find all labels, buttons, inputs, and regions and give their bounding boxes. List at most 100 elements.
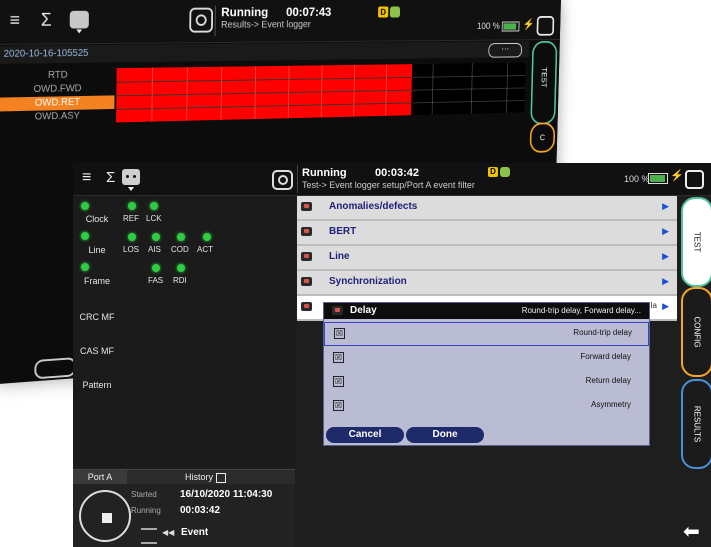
checkbox-checked-icon[interactable]: ☒ xyxy=(333,400,344,411)
record-stop-button[interactable] xyxy=(79,490,131,542)
pattern-label: Pattern xyxy=(82,380,112,390)
separator xyxy=(214,5,216,37)
delay-popup: Delay Round-trip delay, Forward delay...… xyxy=(323,302,650,446)
back-top-bar: ≡ Σ Running 00:07:43 Results-> Event log… xyxy=(0,0,562,45)
running-label: Running xyxy=(131,506,161,515)
camera-icon[interactable] xyxy=(272,170,293,190)
port-a-tab[interactable]: Port A xyxy=(73,470,127,485)
crc-mf-label: CRC MF xyxy=(79,312,115,322)
history-toggle[interactable]: History xyxy=(185,470,227,485)
option-return-delay[interactable]: ☒ Return delay xyxy=(324,371,647,393)
separator xyxy=(297,165,298,193)
back-file-name: 2020-10-16-105525 xyxy=(0,41,530,64)
category-icon xyxy=(301,277,312,286)
option-forward-delay[interactable]: ☒ Forward delay xyxy=(324,347,647,369)
clock-led xyxy=(81,202,89,210)
cod-led xyxy=(177,233,185,241)
los-led xyxy=(128,233,136,241)
lck-label: LCK xyxy=(146,214,162,223)
ref-led xyxy=(128,202,136,210)
act-label: ACT xyxy=(197,245,213,254)
robot-icon[interactable] xyxy=(122,169,140,191)
ais-label: AIS xyxy=(148,245,161,254)
lck-led xyxy=(150,202,158,210)
front-top-bar: ≡ Σ Running 00:03:42 Test-> Event logger… xyxy=(73,163,711,196)
delay-popup-header: Delay Round-trip delay, Forward delay... xyxy=(324,303,649,319)
signal-badge-icon xyxy=(500,167,510,177)
menu-item-anomalies[interactable]: Anomalies/defects ▶ xyxy=(297,196,677,221)
rdi-label: RDI xyxy=(173,276,187,285)
window-square-icon[interactable] xyxy=(685,170,704,189)
battery-level: 100 % xyxy=(476,21,500,32)
signal-badge-icon xyxy=(389,6,401,18)
chevron-right-icon: ▶ xyxy=(662,301,669,311)
front-timer: 00:03:42 xyxy=(375,167,420,179)
option-round-trip-delay[interactable]: ☒ Round-trip delay xyxy=(324,322,649,346)
chevron-right-icon: ▶ xyxy=(662,276,669,286)
recording-panel: Started 16/10/2020 11:04:30 Running 00:0… xyxy=(73,484,295,547)
option-asymmetry[interactable]: ☒ Asymmetry xyxy=(324,395,647,417)
camera-icon[interactable] xyxy=(189,7,214,33)
checkbox-checked-icon[interactable]: ☒ xyxy=(333,376,344,387)
back-tab-config[interactable]: C xyxy=(529,122,556,154)
tab-test[interactable]: TEST xyxy=(681,197,711,287)
category-icon xyxy=(301,252,312,261)
started-label: Started xyxy=(131,490,157,499)
menu-item-bert[interactable]: BERT ▶ xyxy=(297,221,677,246)
history-label: History xyxy=(185,472,214,482)
back-status-text: Running xyxy=(221,4,269,20)
port-history-bar: Port A History xyxy=(73,469,295,485)
line-label: Line xyxy=(88,245,106,255)
category-icon xyxy=(301,227,312,236)
stop-icon xyxy=(102,513,112,523)
category-icon xyxy=(332,306,343,315)
chevron-right-icon: ▶ xyxy=(662,251,669,261)
front-status-text: Running xyxy=(302,167,347,179)
menu-item-synchronization[interactable]: Synchronization ▶ xyxy=(297,271,677,296)
row-label-owd-asy[interactable]: OWD.ASY xyxy=(0,109,114,125)
rdi-led xyxy=(177,264,185,272)
checkbox-checked-icon[interactable]: ☒ xyxy=(333,352,344,363)
cod-label: COD xyxy=(171,245,189,254)
delay-popup-title: Delay xyxy=(350,305,377,316)
rewind-icon[interactable]: ◀◀ xyxy=(162,528,174,537)
tab-config[interactable]: CONFIG xyxy=(681,287,711,377)
menu-item-line[interactable]: Line ▶ xyxy=(297,246,677,271)
clock-label: Clock xyxy=(85,214,109,224)
back-arrow-icon[interactable]: ⬅ xyxy=(683,519,700,544)
running-value: 00:03:42 xyxy=(180,505,221,516)
cancel-button[interactable]: Cancel xyxy=(326,427,404,443)
sigma-icon[interactable]: Σ xyxy=(106,169,115,186)
chevron-right-icon: ▶ xyxy=(662,201,669,211)
battery-level: 100 % xyxy=(624,174,650,184)
history-checkbox[interactable] xyxy=(216,472,227,483)
delay-popup-summary: Round-trip delay, Forward delay... xyxy=(521,306,641,315)
frame-label: Frame xyxy=(83,276,110,286)
started-value: 16/10/2020 11:04:30 xyxy=(180,489,273,500)
sigma-icon[interactable]: Σ xyxy=(41,10,52,31)
frame-led xyxy=(81,263,89,271)
ref-label: REF xyxy=(123,214,139,223)
delay-summary-tail: la xyxy=(650,301,657,310)
fas-led xyxy=(152,264,160,272)
back-record-toggle[interactable] xyxy=(34,357,77,380)
tab-results[interactable]: RESULTS xyxy=(681,379,711,469)
back-timer: 00:07:43 xyxy=(285,4,332,19)
checkbox-checked-icon[interactable]: ☒ xyxy=(334,328,345,339)
done-button[interactable]: Done xyxy=(406,427,484,443)
chevron-right-icon: ▶ xyxy=(662,226,669,236)
hamburger-menu-icon[interactable]: ≡ xyxy=(10,10,20,31)
window-square-icon[interactable] xyxy=(536,16,555,36)
ais-led xyxy=(152,233,160,241)
robot-icon[interactable] xyxy=(69,10,89,29)
status-indicator-panel: Clock REF LCK Line LOS AIS COD ACT Frame… xyxy=(73,196,295,468)
event-lines-icon xyxy=(141,528,157,544)
charging-icon: ⚡ xyxy=(522,17,535,31)
d-badge: D xyxy=(378,6,389,18)
hamburger-menu-icon[interactable]: ≡ xyxy=(82,169,91,187)
front-device-screen: ≡ Σ Running 00:03:42 Test-> Event logger… xyxy=(73,163,711,547)
event-timeline-grid xyxy=(116,62,526,123)
d-badge: D xyxy=(488,167,498,177)
more-options-button[interactable]: ··· xyxy=(488,42,523,58)
back-tab-test[interactable]: TEST xyxy=(530,40,558,125)
